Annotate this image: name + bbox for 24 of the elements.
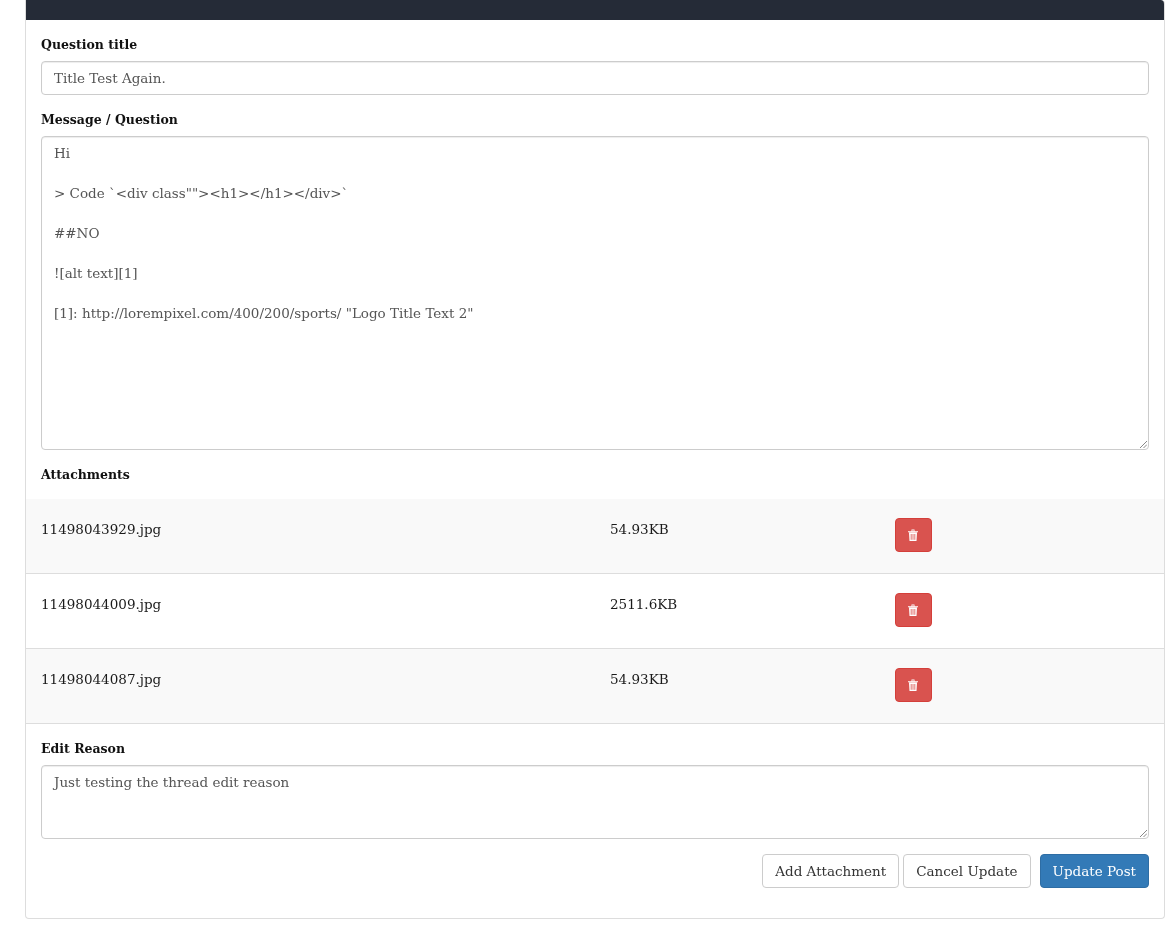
file-name-cell-text: 11498044087.jpg bbox=[41, 670, 162, 689]
delete-button[interactable] bbox=[894, 593, 932, 627]
file-size-cell-text: 2511.6KB bbox=[610, 595, 678, 614]
submit-button[interactable]: Update Post bbox=[1039, 854, 1149, 888]
trash-icon bbox=[908, 604, 918, 616]
action-button[interactable]: Cancel Update bbox=[903, 854, 1031, 888]
action-button[interactable]: Add Attachment bbox=[762, 854, 900, 888]
file-name-cell-text: 11498043929.jpg bbox=[41, 520, 162, 539]
file-size-cell-text: 54.93KB bbox=[610, 670, 669, 689]
delete-button[interactable] bbox=[894, 668, 932, 702]
field-label: Message / Question bbox=[41, 111, 179, 129]
delete-button[interactable] bbox=[894, 518, 932, 552]
resize-handle-icon[interactable] bbox=[1139, 829, 1147, 837]
message-textarea[interactable]: Hi > Code `<div class""><h1></h1></div>` ##NO ![alt text][1] [1]: http://lorempixel.com/400/200/sports/ "Logo Title Text 2" bbox=[41, 136, 1149, 450]
file-size-cell-text: 54.93KB bbox=[610, 520, 669, 539]
section-label: Attachments bbox=[41, 466, 131, 484]
resize-handle-icon[interactable] bbox=[1139, 440, 1147, 448]
file-name-cell-text: 11498044009.jpg bbox=[41, 595, 162, 614]
field-label: Question title bbox=[41, 36, 139, 54]
edit-reason-textarea[interactable]: Just testing the thread edit reason bbox=[41, 765, 1149, 839]
trash-icon bbox=[908, 679, 918, 691]
title-input-field[interactable]: Title Test Again. bbox=[41, 61, 1149, 95]
trash-icon bbox=[908, 529, 918, 541]
field-label: Edit Reason bbox=[41, 740, 127, 758]
